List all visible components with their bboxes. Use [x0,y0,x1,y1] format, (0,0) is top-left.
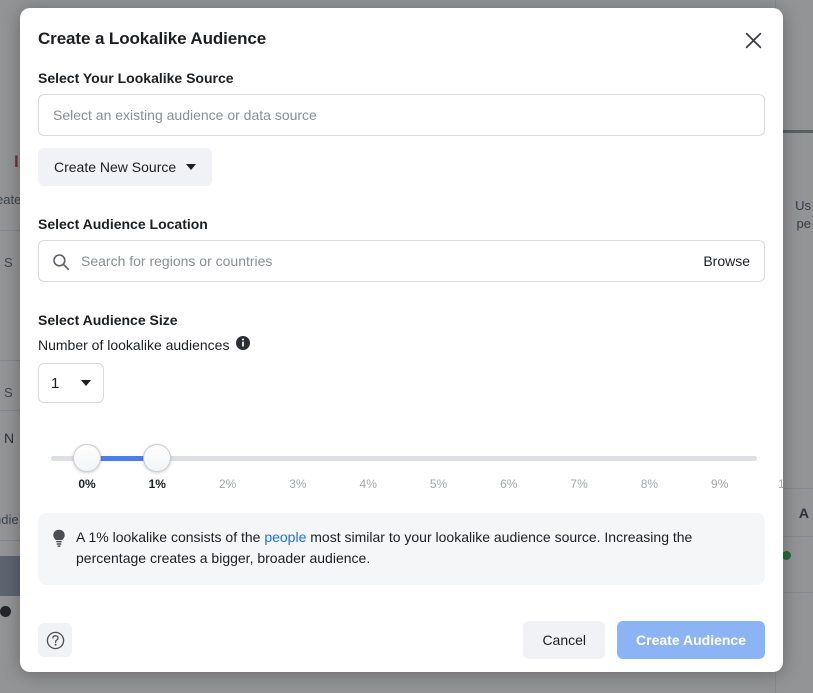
slider-tick-8pct: 8% [640,477,659,491]
slider-tick-7pct: 7% [570,477,588,491]
audience-count-value: 1 [51,374,60,392]
slider-tick-2pct: 2% [218,477,237,491]
dialog-footer: Cancel Create Audience [20,608,783,672]
audience-size-slider[interactable]: 0% 1% 2% 3% 4% 5% 6% 7% 8% 9% 10% [38,443,783,497]
question-mark-circle-icon[interactable] [38,623,72,657]
create-new-source-label: Create New Source [54,159,177,175]
browse-locations-button[interactable]: Browse [703,253,750,269]
slider-tick-9pct: 9% [711,477,729,491]
audience-count-label: Number of lookalike audiences [38,336,230,353]
people-link[interactable]: people [264,529,306,545]
source-section-label: Select Your Lookalike Source [38,70,234,86]
info-icon[interactable] [236,336,251,353]
slider-tick-1pct: 1% [148,477,166,491]
slider-tick-0pct: 0% [78,477,96,491]
slider-tick-6pct: 6% [500,477,518,491]
slider-tick-3pct: 3% [289,477,307,491]
chevron-down-icon [186,164,197,170]
dialog-header: Create a Lookalike Audience [20,8,783,70]
tip-text-before: A 1% lookalike consists of the [76,529,265,545]
dialog-title: Create a Lookalike Audience [38,29,267,48]
slider-tick-labels: 0% 1% 2% 3% 4% 5% 6% 7% 8% 9% 10% [38,477,783,497]
slider-handle-min[interactable] [73,444,101,472]
audience-count-label-row: Number of lookalike audiences [38,336,765,353]
lookalike-tip-text: A 1% lookalike consists of the people mo… [76,527,749,569]
create-new-source-button[interactable]: Create New Source [38,148,213,186]
create-lookalike-audience-dialog: Create a Lookalike Audience Select Your … [20,8,783,672]
slider-tick-4pct: 4% [359,477,377,491]
size-section-label: Select Audience Size [38,312,178,328]
lookalike-tip-box: A 1% lookalike consists of the people mo… [38,513,765,585]
location-search-field[interactable]: Browse [38,240,765,282]
location-section-label: Select Audience Location [38,216,208,232]
location-search-input[interactable] [39,241,764,281]
lightbulb-icon [52,529,66,569]
close-icon[interactable] [737,24,769,56]
cancel-button[interactable]: Cancel [523,621,606,659]
slider-handle-max[interactable] [143,444,172,472]
slider-tick-5pct: 5% [429,477,448,491]
dialog-body: Select Your Lookalike Source Create New … [20,70,783,585]
source-input[interactable] [38,94,765,136]
chevron-down-icon [81,380,91,386]
audience-count-select[interactable]: 1 [38,363,104,403]
create-audience-button[interactable]: Create Audience [617,621,765,659]
slider-tick-10pct: 10% [777,477,783,491]
